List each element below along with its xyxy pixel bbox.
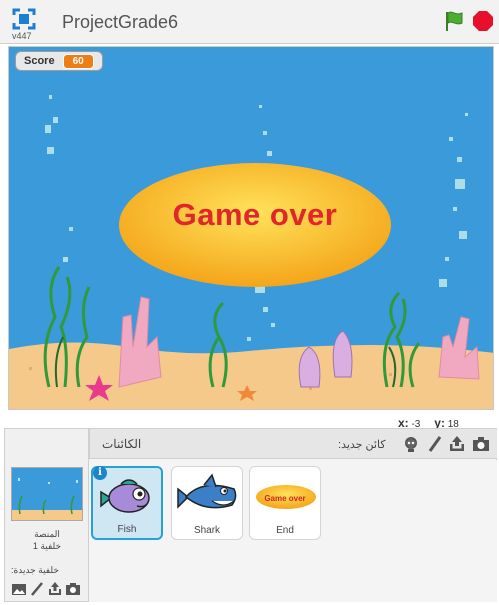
sprite-name: Fish [117, 524, 137, 535]
sprite-name: Shark [193, 525, 221, 536]
choose-sprite-icon[interactable] [402, 435, 420, 453]
upload-backdrop-icon[interactable] [47, 581, 63, 597]
stage-thumbnail[interactable] [11, 467, 83, 521]
score-label: Score [24, 55, 55, 67]
new-sprite-label: :كائن جديد [338, 439, 386, 451]
sprite-tile-shark[interactable]: Shark [171, 466, 243, 540]
title-bar: v447 ProjectGrade6 [0, 0, 499, 44]
sprite-tile-fish[interactable]: i Fish [91, 466, 163, 540]
score-monitor[interactable]: Score 60 [15, 51, 103, 71]
paint-sprite-icon[interactable] [426, 435, 444, 453]
sprite-tile-end[interactable]: Game over End [249, 466, 321, 540]
backdrop-library-icon[interactable] [11, 581, 27, 597]
green-flag-icon[interactable] [444, 10, 464, 32]
camera-sprite-icon[interactable] [472, 435, 490, 453]
camera-backdrop-icon[interactable] [65, 581, 81, 597]
new-backdrop-label: :خلفية جديدة [11, 565, 59, 575]
sprite-panel: المنصة خلفية 1 :خلفية جديدة الكائنات :كا… [4, 428, 497, 602]
version-label: v447 [12, 31, 32, 41]
project-title[interactable]: ProjectGrade6 [62, 12, 178, 33]
stage-column: المنصة خلفية 1 :خلفية جديدة [5, 429, 89, 601]
game-over-text: Game over [172, 197, 338, 232]
stop-icon[interactable] [472, 10, 494, 32]
sprites-label: الكائنات [102, 437, 142, 451]
fullscreen-icon[interactable] [12, 8, 36, 30]
sprite-list: i Fish Shark Game over End [89, 460, 497, 602]
backdrop-count: خلفية 1 [32, 541, 62, 551]
sprite-name: End [276, 525, 294, 536]
info-icon[interactable]: i [93, 466, 107, 480]
upload-sprite-icon[interactable] [448, 435, 466, 453]
score-value: 60 [62, 53, 94, 69]
paint-backdrop-icon[interactable] [29, 581, 45, 597]
end-costume-text: Game over [264, 494, 306, 503]
sprites-header: الكائنات :كائن جديد [89, 429, 497, 459]
stage[interactable]: Score 60 Game over [8, 46, 494, 410]
stage-label: المنصة [34, 529, 60, 539]
